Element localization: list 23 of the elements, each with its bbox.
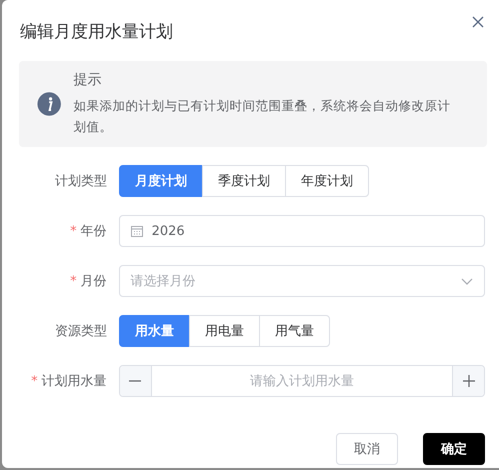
alert-message: 如果添加的计划与已有计划时间范围重叠，系统将会自动修改原计划值。 (73, 97, 452, 136)
field-label: * 月份 (69, 273, 108, 290)
field-label: 计划类型 (54, 173, 108, 190)
confirm-button[interactable]: 确定 (423, 433, 485, 465)
segment-button[interactable]: 月度计划 (119, 165, 203, 197)
calendar-icon (130, 225, 143, 237)
field-label: * 年份 (69, 223, 108, 240)
segment-button[interactable]: 季度计划 (202, 165, 286, 197)
alert-title: 提示 (73, 71, 102, 89)
increment-button[interactable] (452, 366, 484, 396)
segment-button[interactable]: 用气量 (259, 315, 330, 347)
cancel-button[interactable]: 取消 (336, 433, 398, 465)
segment-button[interactable]: 用电量 (189, 315, 260, 347)
close-button[interactable] (471, 15, 485, 29)
info-icon (37, 91, 62, 117)
field-label: * 计划用水量 (30, 373, 108, 390)
date-field[interactable]: 2026 (118, 215, 485, 247)
segment-button[interactable]: 年度计划 (285, 165, 369, 197)
dialog-title: 编辑月度用水量计划 (20, 21, 173, 43)
segment-button[interactable]: 用水量 (119, 315, 190, 347)
plus-icon (462, 375, 474, 387)
field-label: 资源类型 (54, 323, 108, 340)
chevron-down-icon (461, 278, 473, 284)
